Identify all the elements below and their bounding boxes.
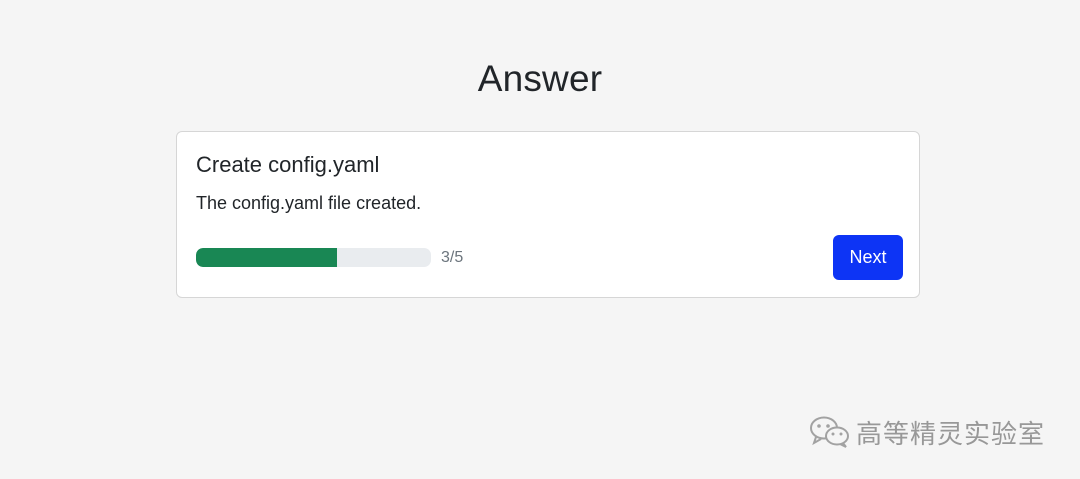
card-text: The config.yaml file created.	[196, 193, 422, 213]
card-title: Create config.yaml	[196, 152, 380, 177]
watermark: 高等精灵实验室	[808, 412, 1045, 452]
answer-card: Create config.yaml The config.yaml file …	[176, 131, 920, 298]
page-title: Answer	[477, 58, 603, 99]
progress-count: 3/5	[441, 249, 464, 266]
wechat-icon	[808, 414, 852, 450]
progress-bar	[196, 248, 431, 267]
progress-bar-fill	[196, 248, 337, 267]
next-button[interactable]: Next	[833, 235, 903, 280]
watermark-text: 高等精灵实验室	[856, 419, 1046, 450]
